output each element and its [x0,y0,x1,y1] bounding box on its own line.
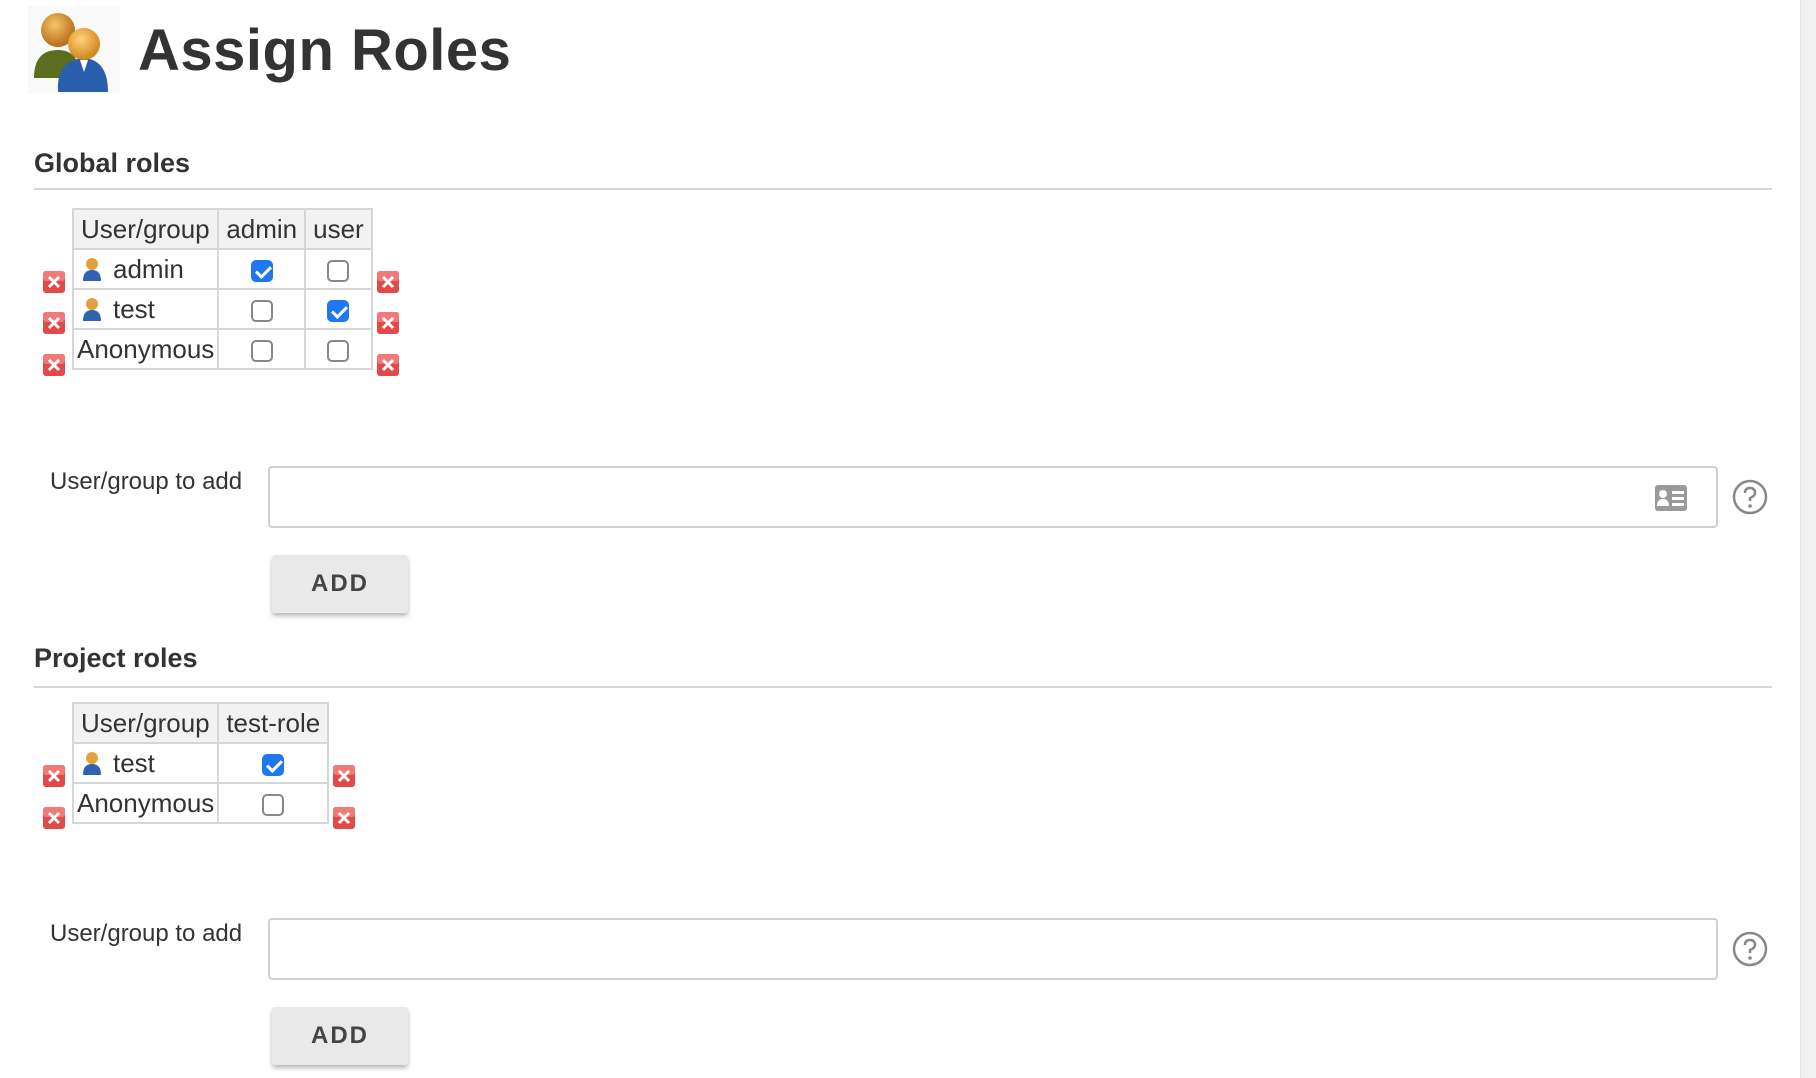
delete-row-icon[interactable] [42,270,66,294]
user-name: Anonymous [77,333,215,364]
table-header-row: User/group admin user [71,208,373,250]
column-header-user-group: User/group [71,702,220,744]
role-checkbox-admin-admin[interactable] [250,259,273,282]
user-icon [83,257,101,281]
delete-row-icon[interactable] [332,764,356,788]
role-checkbox-test-user[interactable] [327,299,350,322]
project-roles-title: Project roles [34,643,198,673]
page-title: Assign Roles [138,17,512,83]
help-icon[interactable] [1732,479,1768,515]
user-name: Anonymous [77,787,215,818]
delete-row-icon[interactable] [332,806,356,830]
help-icon[interactable] [1732,931,1768,967]
user-name: test [113,293,155,324]
project-roles-table: User/group test-role test Anonymous [71,702,330,824]
role-cell [304,248,373,290]
page-header: Assign Roles [28,6,511,94]
users-group-icon [28,6,120,94]
vertical-scrollbar[interactable] [1800,0,1816,1078]
role-cell [217,288,307,330]
delete-row-icon[interactable] [42,806,66,830]
global-roles-divider [34,188,1772,190]
delete-row-icon[interactable] [376,270,400,294]
role-checkbox-test-test-role[interactable] [262,753,285,776]
role-cell [304,288,373,330]
contact-card-icon[interactable] [1654,484,1688,512]
global-add-button[interactable]: ADD [272,555,408,613]
role-cell [217,782,330,824]
user-cell: admin [71,248,220,290]
delete-row-icon[interactable] [42,353,66,377]
role-cell [217,248,307,290]
role-checkbox-anonymous-user[interactable] [327,339,350,362]
role-cell [217,328,307,370]
table-row: test [71,742,330,784]
column-header-user-group: User/group [71,208,220,250]
assign-roles-page: Assign Roles Global roles User/group adm… [0,0,1800,1078]
user-icon [83,297,101,321]
table-header-row: User/group test-role [71,702,330,744]
role-checkbox-test-admin[interactable] [250,299,273,322]
project-add-label: User/group to add [50,920,243,947]
global-add-label: User/group to add [50,468,243,495]
user-cell: Anonymous [71,782,220,824]
table-row: test [71,288,373,330]
global-roles-title: Global roles [34,148,191,178]
role-cell [217,742,330,784]
column-header-test-role: test-role [217,702,330,744]
user-cell: test [71,742,220,784]
table-row: admin [71,248,373,290]
table-row: Anonymous [71,782,330,824]
global-roles-table: User/group admin user admin test Anonymo… [71,208,373,370]
role-cell [304,328,373,370]
user-cell: test [71,288,220,330]
user-icon [83,751,101,775]
delete-row-icon[interactable] [42,311,66,335]
delete-row-icon[interactable] [376,353,400,377]
role-checkbox-admin-user[interactable] [327,259,350,282]
global-user-group-input[interactable] [268,466,1718,528]
project-roles-divider [34,686,1772,688]
user-name: admin [113,253,184,284]
column-header-user: user [304,208,373,250]
user-cell: Anonymous [71,328,220,370]
project-user-group-input[interactable] [268,918,1718,980]
column-header-admin: admin [217,208,307,250]
table-row: Anonymous [71,328,373,370]
delete-row-icon[interactable] [376,311,400,335]
user-name: test [113,747,155,778]
role-checkbox-anonymous-test-role[interactable] [262,793,285,816]
role-checkbox-anonymous-admin[interactable] [250,339,273,362]
project-add-button[interactable]: ADD [272,1007,408,1065]
delete-row-icon[interactable] [42,764,66,788]
